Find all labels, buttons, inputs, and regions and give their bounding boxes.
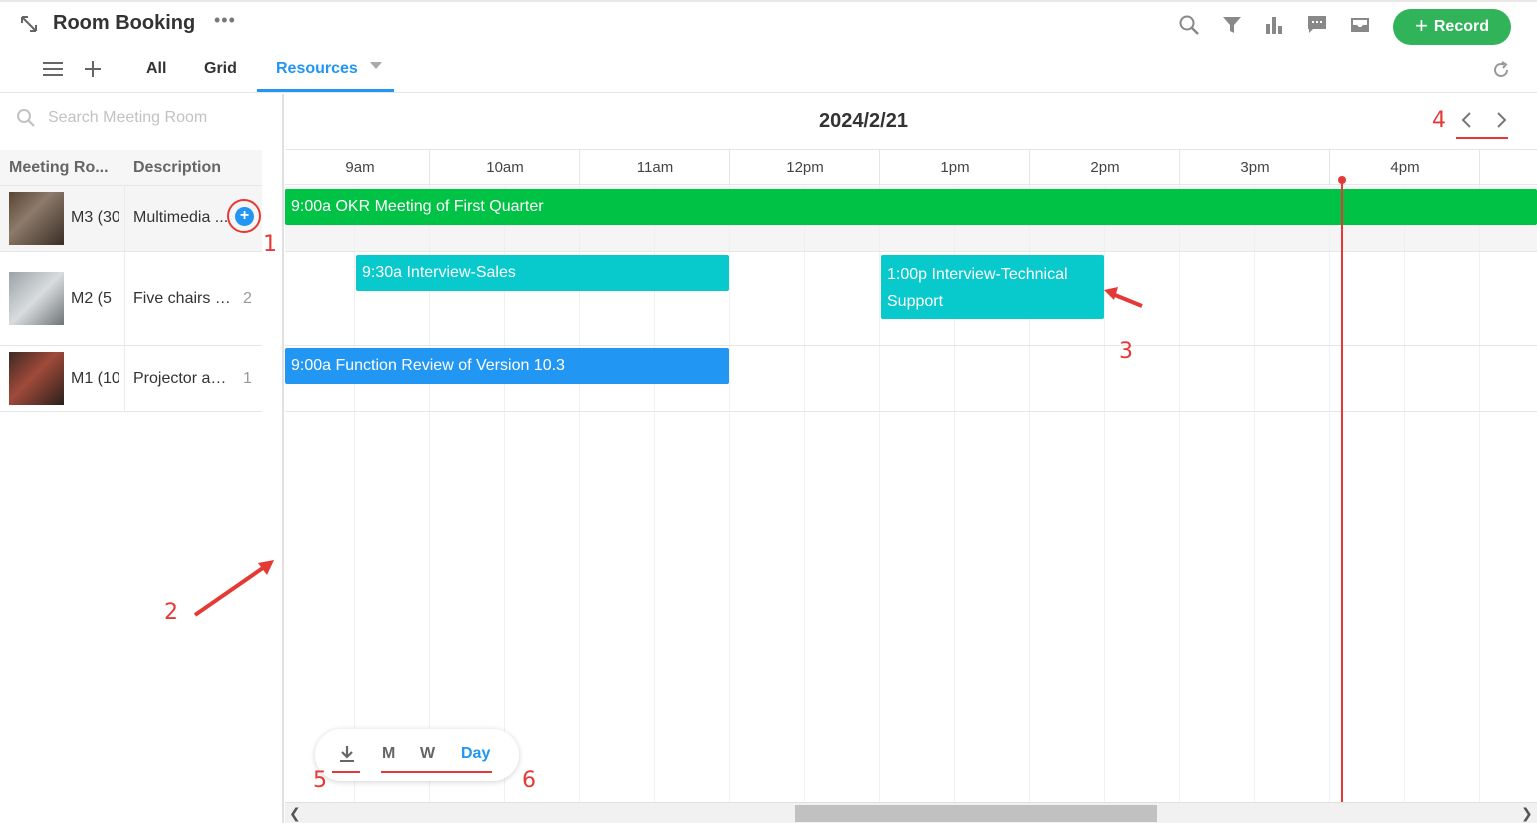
hour-header: 9am 10am 11am 12pm 1pm 2pm 3pm 4pm: [285, 149, 1537, 186]
booking-count: 2: [243, 290, 252, 307]
tab-resources[interactable]: Resources: [276, 60, 358, 78]
download-icon[interactable]: [337, 744, 357, 764]
search-icon: [17, 109, 35, 127]
annotation-number: 1: [263, 232, 277, 257]
view-month-button[interactable]: M: [382, 745, 395, 763]
tab-grid[interactable]: Grid: [204, 60, 237, 78]
annotation-underline: [381, 771, 492, 773]
event-interview-sales[interactable]: 9:30a Interview-Sales: [356, 255, 729, 291]
inbox-icon[interactable]: [1349, 14, 1371, 36]
room-thumbnail: [9, 352, 64, 405]
column-header-description[interactable]: Description: [133, 159, 221, 177]
booking-count: 1: [243, 370, 252, 387]
scroll-left-icon[interactable]: ❮: [289, 805, 301, 822]
room-name: M3 (30: [71, 209, 119, 226]
app-header: Room Booking ••• + Record: [0, 2, 1537, 48]
resource-row-m3[interactable]: M3 (30 Multimedia ... +: [0, 186, 262, 252]
tab-bar: All Grid Resources: [0, 48, 1537, 93]
room-description: Projector ava...: [133, 370, 233, 387]
plus-icon: +: [1415, 13, 1428, 38]
annotation-arrow-icon: [1104, 287, 1143, 308]
filter-icon[interactable]: [1221, 14, 1243, 36]
tab-all[interactable]: All: [146, 60, 166, 78]
hour-label: 10am: [486, 159, 524, 176]
resource-row-m2[interactable]: M2 (5 Five chairs a... 2: [0, 252, 262, 346]
room-name: M1 (10: [71, 370, 119, 387]
resource-row-m1[interactable]: M1 (10 Projector ava... 1: [0, 346, 262, 412]
view-switcher: M W Day: [315, 729, 519, 781]
hour-label: 9am: [345, 159, 375, 176]
annotation-arrow-icon: [193, 560, 274, 617]
active-tab-indicator: [257, 89, 394, 92]
search-box: [16, 104, 266, 132]
column-header-meeting-room[interactable]: Meeting Ro...: [9, 159, 109, 177]
page-title: Room Booking: [53, 12, 196, 34]
collapse-arrows-icon[interactable]: [19, 14, 39, 34]
annotation-underline: [332, 771, 360, 773]
hour-label: 11am: [636, 159, 674, 176]
caret-down-icon[interactable]: [370, 62, 382, 69]
resource-panel: Meeting Ro... Description M3 (30 Multime…: [0, 94, 284, 823]
room-name: M2 (5: [71, 290, 112, 307]
annotation-ring: [227, 199, 261, 233]
annotation-number: 3: [1119, 339, 1133, 364]
room-thumbnail: [9, 192, 64, 245]
search-input[interactable]: [48, 109, 248, 127]
annotation-underline: [1456, 137, 1508, 139]
resource-table-header: Meeting Ro... Description: [0, 150, 262, 186]
record-button[interactable]: + Record: [1393, 9, 1511, 45]
hour-label: 2pm: [1090, 159, 1120, 176]
annotation-number: 5: [313, 768, 327, 793]
room-description: Five chairs a...: [133, 290, 233, 307]
timeline-grid[interactable]: 9:00a OKR Meeting of First Quarter 9:30a…: [285, 186, 1537, 802]
bar-chart-icon[interactable]: [1263, 14, 1285, 36]
hour-label: 1pm: [940, 159, 970, 176]
horizontal-scrollbar[interactable]: ❮ ❯: [285, 802, 1537, 823]
event-function-review[interactable]: 9:00a Function Review of Version 10.3: [285, 348, 729, 384]
view-day-button[interactable]: Day: [461, 745, 490, 763]
room-description: Multimedia ...: [133, 209, 229, 226]
annotation-number: 2: [164, 600, 178, 625]
scroll-right-icon[interactable]: ❯: [1521, 805, 1533, 822]
room-thumbnail: [9, 272, 64, 325]
timeline-view: 2024/2/21 9am 10am 11am 12pm 1pm 2pm 3pm…: [285, 94, 1537, 823]
comment-icon[interactable]: [1306, 14, 1328, 36]
search-icon[interactable]: [1178, 14, 1200, 36]
scrollbar-thumb[interactable]: [795, 805, 1157, 822]
more-icon[interactable]: •••: [214, 10, 236, 31]
prev-day-icon[interactable]: [1455, 108, 1479, 132]
annotation-number: 6: [522, 768, 536, 793]
hour-label: 12pm: [786, 159, 824, 176]
view-week-button[interactable]: W: [420, 745, 435, 763]
next-day-icon[interactable]: [1489, 108, 1513, 132]
record-button-label: Record: [1433, 18, 1489, 35]
event-okr-meeting[interactable]: 9:00a OKR Meeting of First Quarter: [285, 189, 1537, 225]
refresh-icon[interactable]: [1491, 60, 1511, 80]
current-time-indicator: [1341, 182, 1343, 802]
hour-label: 4pm: [1390, 159, 1420, 176]
list-menu-icon[interactable]: [43, 60, 63, 78]
event-interview-technical-support[interactable]: 1:00p Interview-Technical Support: [881, 255, 1104, 319]
annotation-number: 4: [1432, 108, 1446, 133]
hour-label: 3pm: [1240, 159, 1270, 176]
add-view-icon[interactable]: [83, 59, 103, 79]
current-date: 2024/2/21: [819, 110, 908, 132]
